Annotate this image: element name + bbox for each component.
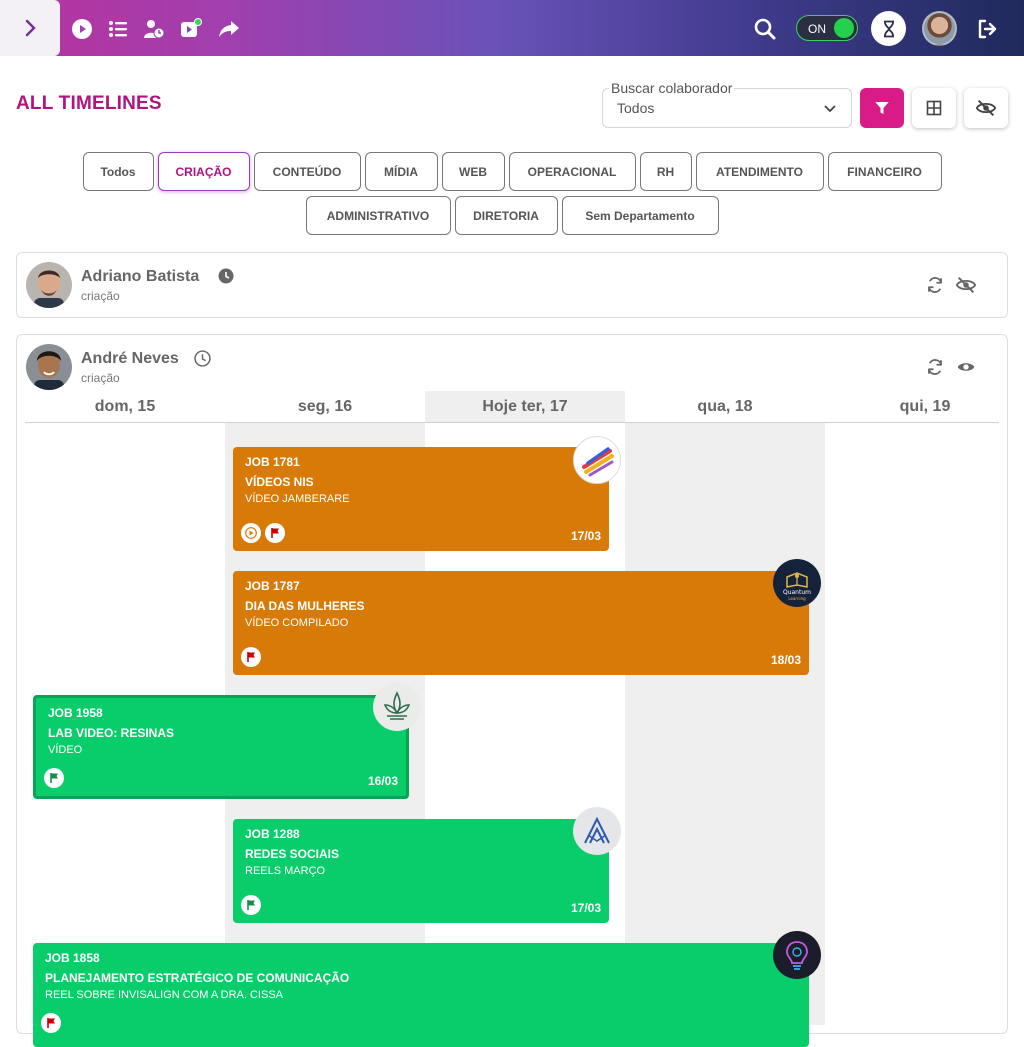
tab-rh[interactable]: RH (639, 152, 692, 191)
flag-icon[interactable] (241, 895, 261, 915)
job-card[interactable]: JOB 1787 DIA DAS MULHERES VÍDEO COMPILAD… (233, 571, 809, 675)
page-title: ALL TIMELINES (16, 93, 162, 114)
refresh-icon[interactable] (924, 274, 946, 296)
tab-todos[interactable]: Todos (82, 152, 154, 191)
job-number: JOB 1958 (48, 706, 103, 720)
client-logo-lightbulb (773, 931, 821, 979)
tab-criacao[interactable]: CRIAÇÃO (157, 152, 250, 191)
client-logo-mountain (573, 807, 621, 855)
clock-icon[interactable] (218, 268, 234, 284)
play-icon[interactable] (69, 16, 95, 42)
job-due-date: 16/03 (367, 774, 398, 788)
video-icon[interactable] (178, 16, 204, 42)
job-card[interactable]: JOB 1958 LAB VIDEO: RESINAS VÍDEO 16/03 (33, 695, 409, 799)
job-title: VÍDEOS NIS (245, 475, 314, 489)
job-subtitle: VÍDEO (48, 744, 83, 756)
person-name: Adriano Batista (81, 268, 200, 285)
job-due-date: 18/03 (770, 653, 801, 667)
sidebar-toggle-button[interactable] (0, 0, 60, 56)
person-department: criação (81, 289, 120, 303)
tab-operacional[interactable]: OPERACIONAL (508, 152, 636, 191)
top-bar: ON (0, 0, 1024, 56)
hourglass-button[interactable] (871, 11, 906, 46)
day-header: seg, 16 (297, 397, 353, 415)
collaborator-select-value: Todos (617, 100, 655, 116)
job-number: JOB 1288 (245, 827, 300, 841)
flag-icon[interactable] (241, 647, 261, 667)
tab-financeiro[interactable]: FINANCEIRO (827, 152, 942, 191)
clock-icon[interactable] (194, 350, 211, 367)
avatar (26, 262, 72, 308)
grid-icon (926, 100, 942, 116)
person-card: Adriano Batista criação (16, 252, 1008, 318)
department-tabs-row-1: Todos CRIAÇÃO CONTEÚDO MÍDIA WEB OPERACI… (0, 152, 1024, 191)
chevron-right-icon (25, 19, 36, 37)
svg-text:Learning: Learning (788, 596, 806, 601)
share-icon[interactable] (216, 16, 242, 42)
day-divider (25, 422, 999, 423)
filter-icon (875, 102, 889, 114)
flag-icon[interactable] (265, 523, 285, 543)
status-toggle-label: ON (808, 22, 826, 36)
client-logo-quantum: Quantum Learning (773, 559, 821, 607)
tab-midia[interactable]: MÍDIA (364, 152, 438, 191)
hide-all-button[interactable] (964, 88, 1008, 128)
grid-view-button[interactable] (912, 88, 956, 128)
job-card[interactable]: JOB 1288 REDES SOCIAIS REELS MARÇO 17/03 (233, 819, 609, 923)
toggle-knob (834, 18, 854, 38)
refresh-icon[interactable] (924, 356, 946, 378)
job-number: JOB 1787 (245, 579, 300, 593)
tab-web[interactable]: WEB (441, 152, 505, 191)
job-card[interactable]: JOB 1858 PLANEJAMENTO ESTRATÉGICO DE COM… (33, 943, 809, 1047)
svg-text:Quantum: Quantum (783, 589, 811, 596)
client-logo-brush (573, 436, 621, 484)
day-header: dom, 15 (94, 397, 156, 415)
job-title: PLANEJAMENTO ESTRATÉGICO DE COMUNICAÇÃO (45, 971, 350, 985)
person-department: criação (81, 371, 120, 385)
flag-icon[interactable] (41, 1013, 61, 1033)
job-card[interactable]: JOB 1781 VÍDEOS NIS VÍDEO JAMBERARE 17/0… (233, 447, 609, 551)
job-due-date: 17/03 (570, 901, 601, 915)
flag-icon[interactable] (44, 768, 64, 788)
job-title: LAB VIDEO: RESINAS (48, 726, 175, 740)
job-number: JOB 1858 (45, 951, 100, 965)
person-name: André Neves (81, 350, 179, 367)
tab-administrativo[interactable]: ADMINISTRATIVO (305, 196, 451, 235)
avatar (26, 344, 72, 390)
day-header-today: Hoje ter, 17 (425, 391, 625, 422)
eye-slash-icon[interactable] (955, 274, 977, 296)
chevron-down-icon (824, 105, 836, 113)
user-avatar[interactable] (922, 11, 957, 46)
person-card: André Neves criação (16, 334, 1008, 1034)
day-header: qui, 19 (899, 397, 951, 415)
tab-conteudo[interactable]: CONTEÚDO (253, 152, 361, 191)
job-subtitle: REEL SOBRE INVISALIGN COM A DRA. CISSA (45, 989, 283, 1001)
hourglass-icon (883, 20, 894, 37)
logout-icon[interactable] (975, 16, 1001, 42)
tab-atendimento[interactable]: ATENDIMENTO (695, 152, 824, 191)
job-subtitle: VÍDEO COMPILADO (245, 617, 349, 629)
job-title: DIA DAS MULHERES (245, 599, 365, 613)
task-list-icon[interactable] (105, 16, 131, 42)
play-icon[interactable] (241, 523, 261, 543)
day-header: qua, 18 (697, 397, 753, 415)
job-due-date: 17/03 (570, 529, 601, 543)
job-subtitle: REELS MARÇO (245, 865, 326, 877)
department-tabs-row-2: ADMINISTRATIVO DIRETORIA Sem Departament… (0, 196, 1024, 235)
eye-icon[interactable] (955, 356, 977, 378)
client-logo-lotus (373, 683, 421, 731)
status-toggle[interactable]: ON (796, 15, 858, 41)
filter-button[interactable] (860, 88, 904, 128)
tab-diretoria[interactable]: DIRETORIA (454, 196, 558, 235)
job-title: REDES SOCIAIS (245, 847, 340, 861)
user-clock-icon[interactable] (141, 16, 167, 42)
search-icon[interactable] (752, 16, 778, 42)
collaborator-select-label: Buscar colaborador (609, 80, 735, 96)
job-subtitle: VÍDEO JAMBERARE (245, 493, 350, 505)
job-number: JOB 1781 (245, 455, 300, 469)
tab-sem-departamento[interactable]: Sem Departamento (561, 196, 719, 235)
eye-slash-icon (975, 99, 997, 117)
